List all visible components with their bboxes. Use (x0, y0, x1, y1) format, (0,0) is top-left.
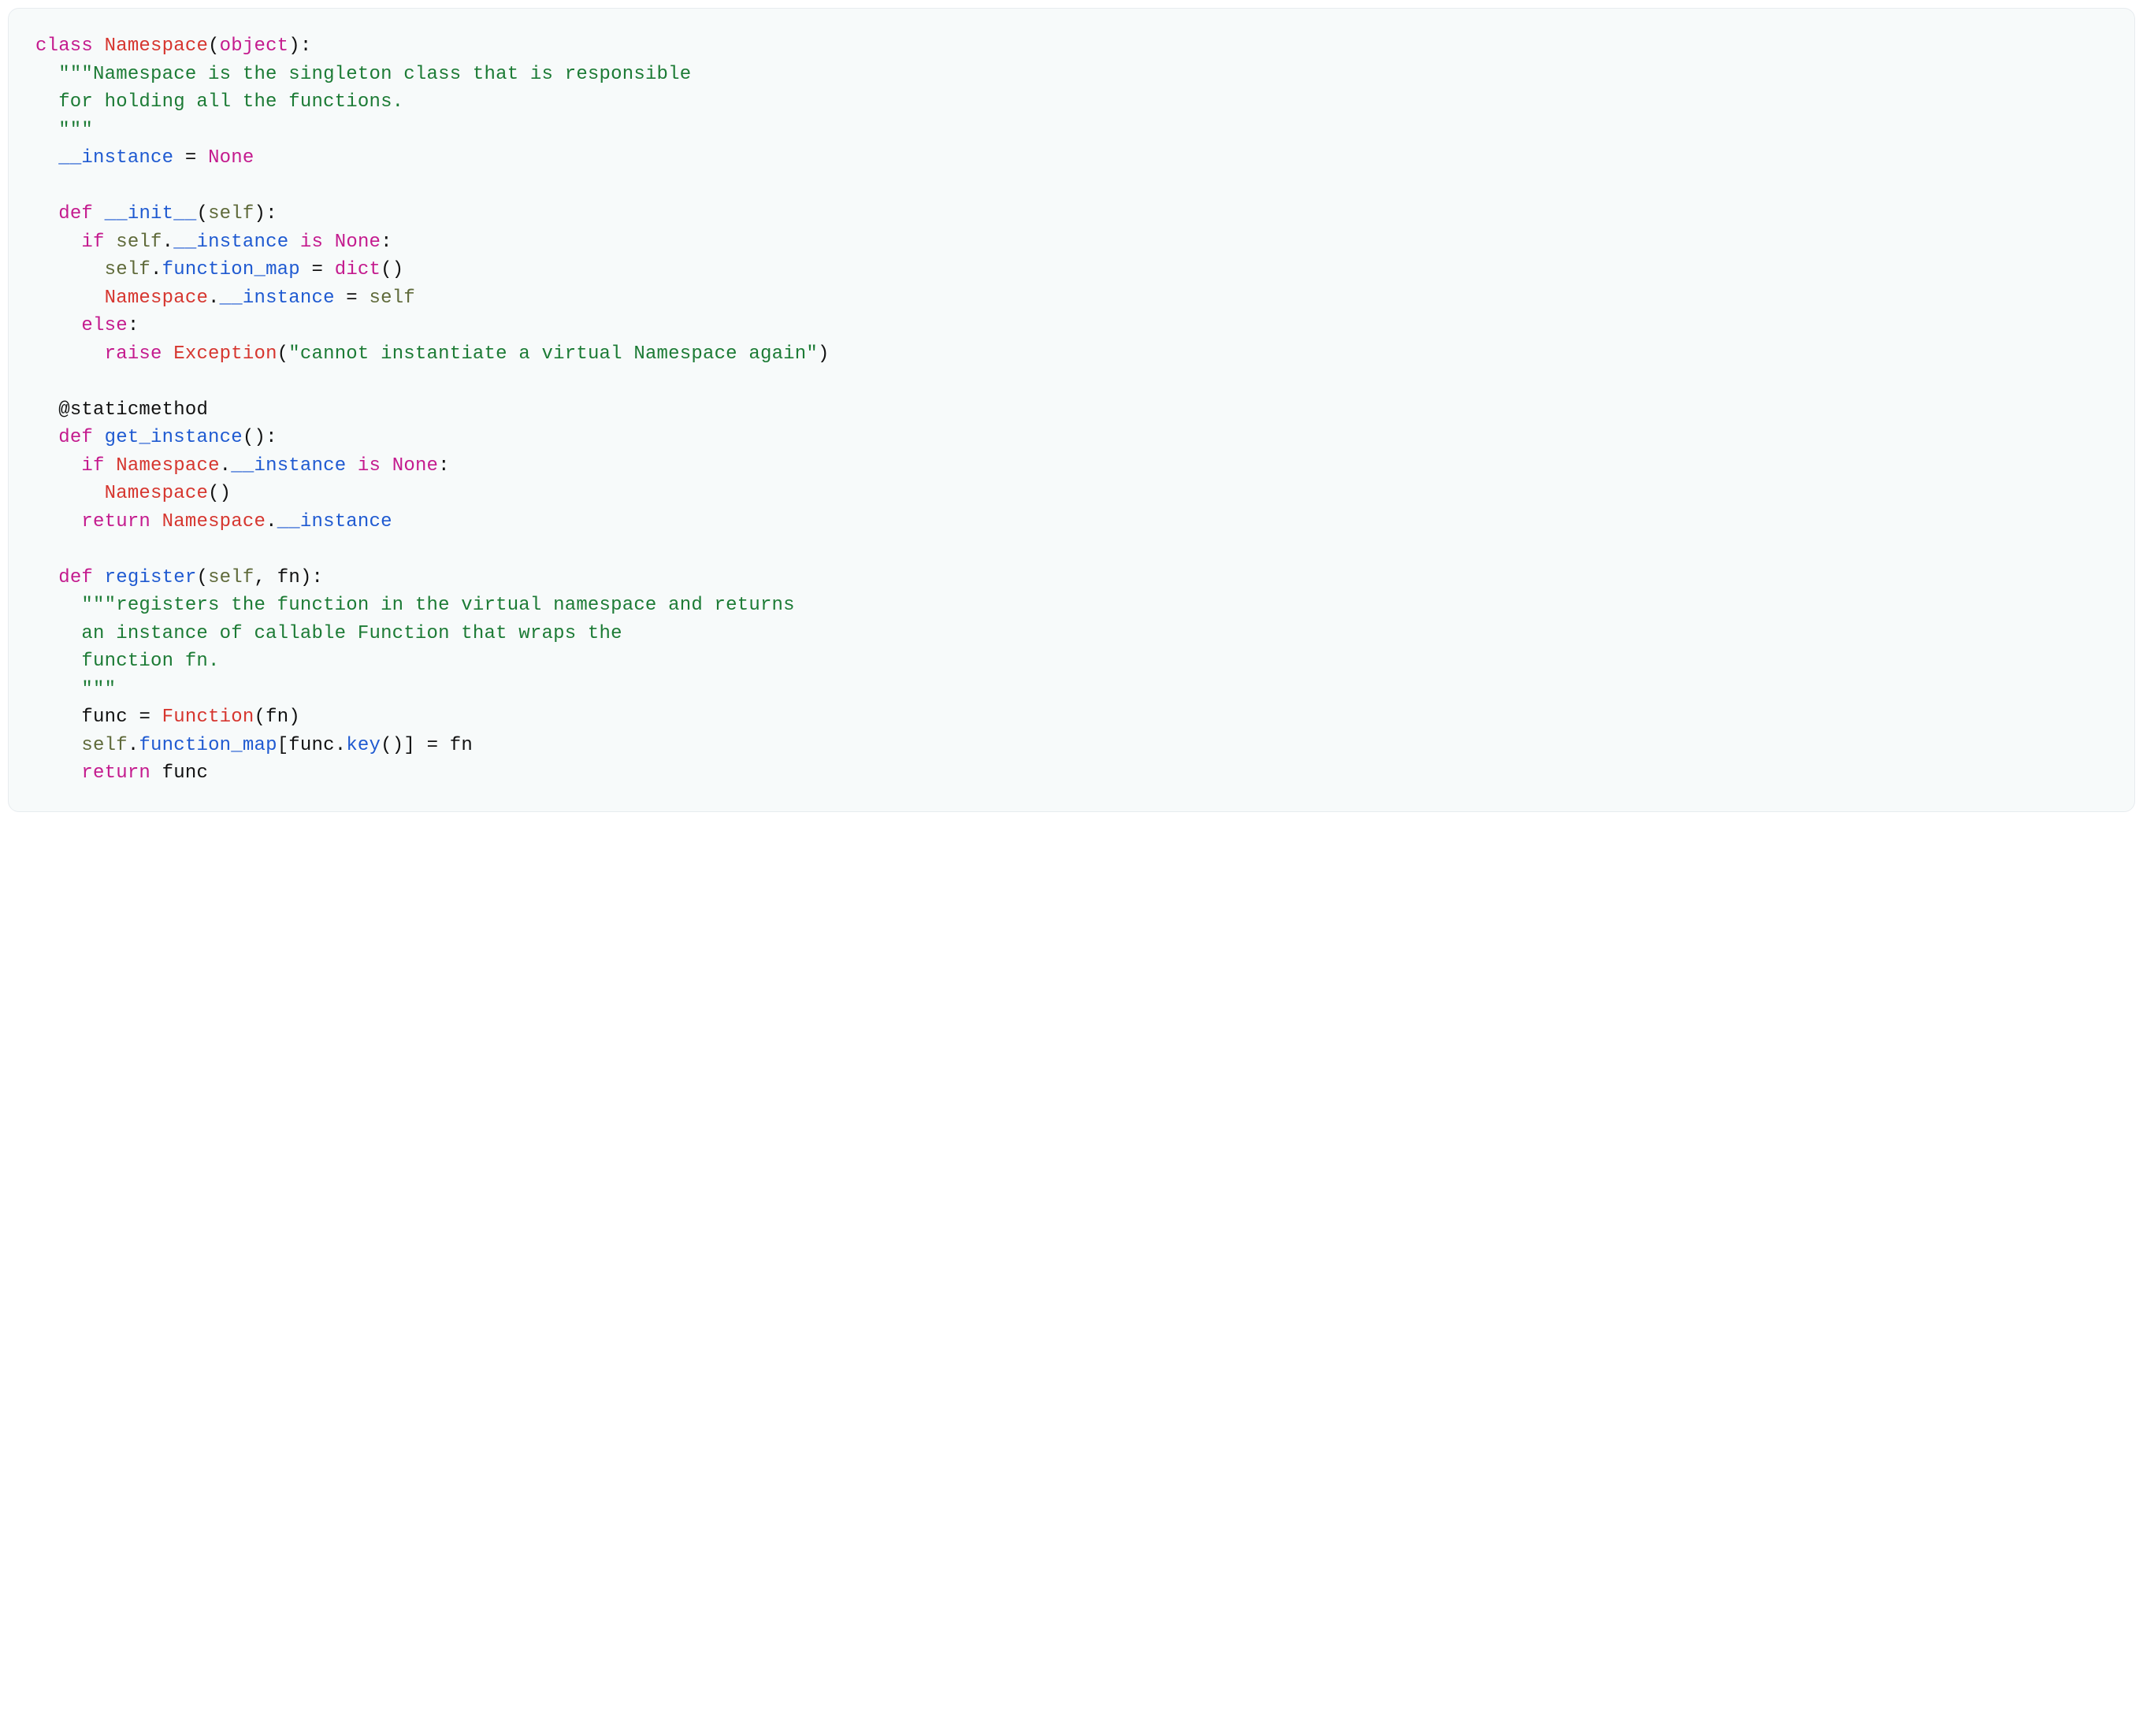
keyword-class: class (35, 35, 93, 57)
self-param: self (208, 203, 254, 224)
keyword-def: def (58, 203, 93, 224)
keyword-if: if (81, 232, 104, 253)
method-get-instance: get_instance (105, 427, 243, 448)
code-block: class Namespace(object): """Namespace is… (8, 8, 2135, 812)
attr-instance: __instance (58, 147, 173, 169)
keyword-return: return (81, 511, 150, 532)
docstring-line: """registers the function in the virtual… (81, 595, 794, 616)
attr-function-map: function_map (162, 259, 300, 280)
class-name: Namespace (105, 35, 208, 57)
docstring-line: """ (35, 120, 93, 141)
keyword-none: None (208, 147, 254, 169)
docstring-line: for holding all the functions. (35, 91, 403, 113)
param-fn: fn (277, 567, 300, 588)
builtin-dict: dict (335, 259, 381, 280)
method-register: register (105, 567, 197, 588)
method-init: __init__ (105, 203, 197, 224)
keyword-is: is (300, 232, 323, 253)
keyword-raise: raise (105, 343, 162, 365)
decorator-staticmethod: @staticmethod (58, 399, 208, 421)
method-key: key (346, 735, 381, 756)
docstring-line: """ (35, 679, 116, 700)
docstring-line: an instance of callable Function that wr… (35, 623, 622, 644)
class-function: Function (162, 707, 254, 728)
var-func: func (81, 707, 127, 728)
class-exception: Exception (173, 343, 277, 365)
docstring-line: """Namespace is the singleton class that… (58, 64, 691, 85)
builtin-object: object (220, 35, 289, 57)
docstring-line: function fn. (35, 651, 220, 672)
string-literal: "cannot instantiate a virtual Namespace … (288, 343, 818, 365)
keyword-else: else (81, 315, 127, 336)
